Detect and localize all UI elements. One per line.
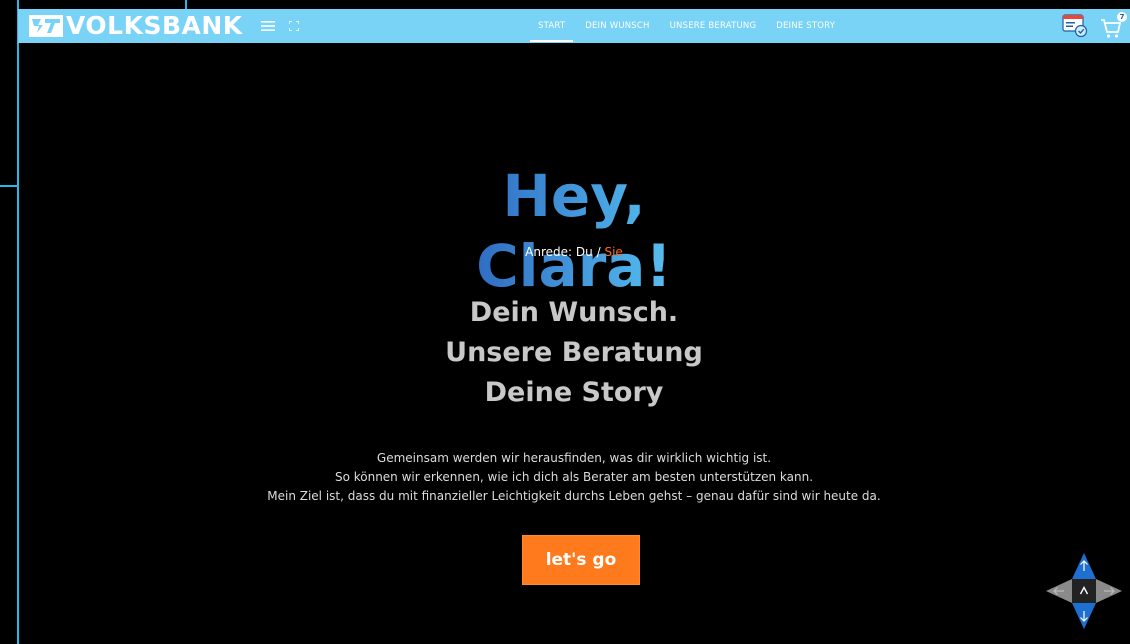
salutation-separator: /: [596, 245, 601, 259]
nav-tab-deine-story[interactable]: DEINE STORY: [776, 9, 835, 43]
arrow-down-icon[interactable]: [1072, 603, 1096, 627]
nav-tab-unsere-beratung[interactable]: UNSERE BERATUNG: [670, 9, 757, 43]
arrow-right-icon[interactable]: [1096, 579, 1120, 603]
brand[interactable]: VOLKSBANK: [29, 9, 243, 43]
headline-line: Unsere Beratung: [445, 337, 703, 368]
salutation-option-du[interactable]: Du: [576, 245, 593, 259]
brand-name: VOLKSBANK: [66, 11, 243, 40]
headline-line: Dein Wunsch.: [469, 297, 679, 328]
top-bar: VOLKSBANK START DEIN WUNSCH UNSERE BERAT…: [18, 9, 1130, 43]
main-navigation: START DEIN WUNSCH UNSERE BERATUNG DEINE …: [528, 9, 845, 43]
intro-line: So können wir erkennen, wie ich dich als…: [334, 470, 814, 484]
arrow-up-icon[interactable]: [1072, 555, 1096, 579]
navigation-dpad: [1044, 551, 1124, 631]
header-actions: 7: [1062, 9, 1130, 43]
nav-tab-dein-wunsch[interactable]: DEIN WUNSCH: [585, 9, 649, 43]
headline: Dein Wunsch. Unsere Beratung Deine Story: [18, 293, 1130, 413]
salutation-selector: Anrede: Du / Sie: [18, 245, 1130, 259]
arrow-left-icon[interactable]: [1048, 579, 1072, 603]
salutation-option-sie[interactable]: Sie: [604, 245, 622, 259]
greeting-title: Hey, Clara!: [404, 161, 744, 301]
volksbank-logo-icon: [29, 15, 63, 37]
cart-count-badge: 7: [1117, 12, 1127, 22]
lets-go-button[interactable]: let's go: [522, 535, 640, 585]
hamburger-menu-icon[interactable]: [260, 20, 275, 32]
intro-text: Gemeinsam werden wir herausfinden, was d…: [18, 449, 1130, 506]
headline-line: Deine Story: [484, 377, 664, 408]
salutation-label: Anrede:: [525, 245, 573, 259]
nav-tab-start[interactable]: START: [529, 9, 574, 43]
advisor-checklist-icon[interactable]: [1062, 14, 1088, 38]
fullscreen-icon[interactable]: [288, 21, 299, 31]
center-up-icon[interactable]: [1072, 579, 1096, 603]
cart[interactable]: 7: [1100, 12, 1127, 38]
hero-section: Hey, Clara! Anrede: Du / Sie Dein Wunsch…: [18, 43, 1130, 644]
intro-line: Gemeinsam werden wir herausfinden, was d…: [376, 451, 772, 465]
intro-line: Mein Ziel ist, dass du mit finanzieller …: [267, 489, 881, 503]
frame-border-tick: [185, 0, 187, 9]
frame-border-marker: [0, 185, 18, 187]
